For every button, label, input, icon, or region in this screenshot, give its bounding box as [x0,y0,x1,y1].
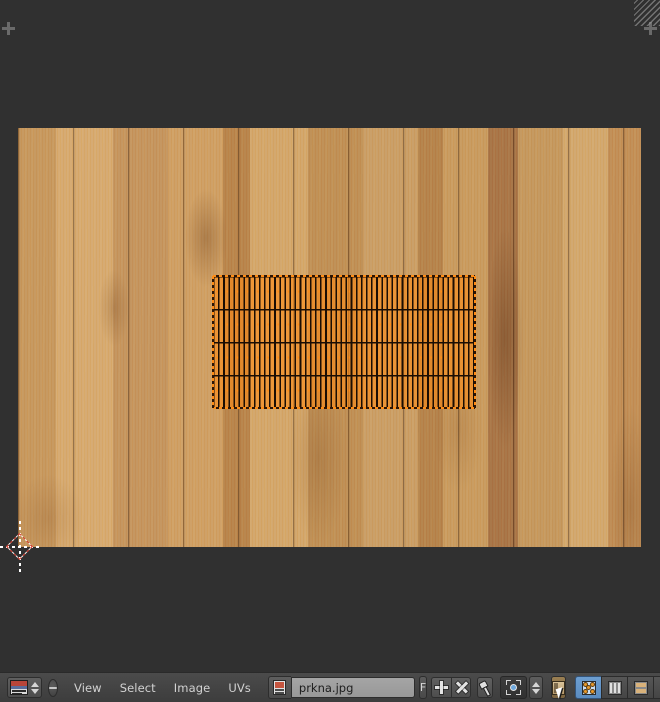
uv-select-face-icon [633,680,648,695]
area-corner-widget-topleft-icon[interactable] [2,22,15,35]
menu-uvs[interactable]: UVs [219,673,260,702]
editor-header-bar: View Select Image UVs prkna.jpg F [0,672,660,702]
uv-select-mode-vertex[interactable] [575,676,602,699]
pivot-spinner[interactable] [529,676,544,699]
2d-cursor-diamond-dashed [6,533,33,560]
image-preview[interactable] [18,128,641,547]
menu-view[interactable]: View [65,673,111,702]
pin-icon [476,678,495,697]
menu-image[interactable]: Image [165,673,220,702]
new-image-button[interactable] [431,677,452,698]
pivot-bounding-box-center-icon [506,680,522,695]
2d-cursor[interactable] [0,521,40,573]
editor-type-selector[interactable] [7,677,42,698]
uv-image-canvas[interactable] [0,0,660,672]
image-name-field[interactable]: prkna.jpg [290,677,415,698]
uv-select-vertex-icon [581,680,596,695]
uv-mesh-overlay[interactable] [212,275,476,409]
pivot-point-selector [500,676,544,699]
uv-boundary-edge-top [213,275,475,277]
menu-select[interactable]: Select [111,673,165,702]
uv-select-mode-island[interactable] [653,676,660,699]
chevron-updown-icon [30,679,39,696]
image-datablock-selector: prkna.jpg [267,676,415,699]
close-icon [455,681,468,694]
pin-image-button[interactable] [476,677,495,698]
uv-boundary-edge-right [474,276,476,408]
uv-boundary-edge-bottom [213,407,475,409]
uv-boundary-edge-left [212,276,214,408]
uv-select-edge-icon [607,680,622,695]
uv-select-mode-face[interactable] [627,676,654,699]
uv-select-mode-group [575,676,660,699]
collapse-menus-button[interactable] [48,678,58,697]
uv-select-mode-edge[interactable] [601,676,628,699]
pivot-point-button[interactable] [500,676,528,699]
unlink-image-button[interactable] [451,677,472,698]
chevron-up-icon [532,681,541,687]
fake-user-button[interactable]: F [418,676,428,699]
image-datablock-icon [273,680,287,695]
uv-sync-selection-button[interactable] [551,676,567,699]
plus-icon [435,681,449,694]
chevron-down-icon [532,688,541,694]
uv-vertices [212,275,476,409]
image-editor-icon [10,680,28,695]
browse-image-button[interactable] [267,676,291,699]
image-new-unlink-group [431,677,472,698]
area-corner-widget-topright-icon[interactable] [644,22,657,35]
minus-icon [49,686,57,689]
blender-uv-image-editor-window: View Select Image UVs prkna.jpg F [0,0,660,702]
